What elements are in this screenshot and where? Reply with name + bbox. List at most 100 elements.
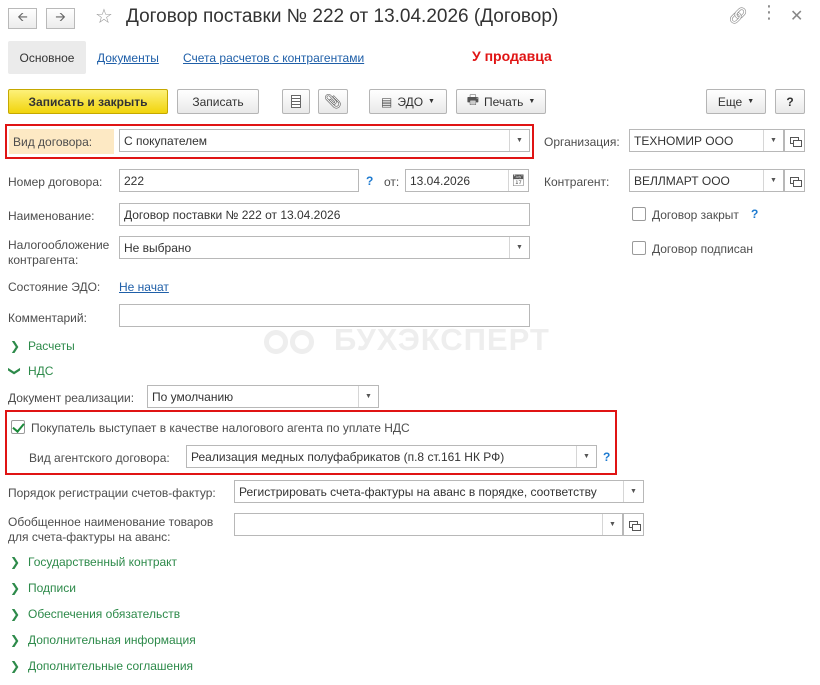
tax-agent-checkbox[interactable] xyxy=(11,420,25,434)
window-title: Договор поставки № 222 от 13.04.2026 (До… xyxy=(126,6,559,27)
favorite-star-icon[interactable]: ☆ xyxy=(95,4,113,29)
section-vat-label: НДС xyxy=(28,364,54,378)
dropdown-arrow-icon[interactable]: ▼ xyxy=(509,130,529,151)
save-and-close-button[interactable]: Записать и закрыть xyxy=(8,89,168,114)
watermark: БУХЭКСПЕРТ xyxy=(262,322,550,358)
contract-signed-label: Договор подписан xyxy=(652,242,754,256)
invoice-order-label: Порядок регистрации счетов-фактур: xyxy=(8,486,216,500)
tab-main[interactable]: Основное xyxy=(8,41,86,74)
chevron-right-icon: ❯ xyxy=(10,633,21,647)
edo-state-label: Состояние ЭДО: xyxy=(8,280,101,294)
sale-document-label: Документ реализации: xyxy=(8,391,135,405)
edo-icon: ▤ xyxy=(381,94,393,109)
counterparty-label: Контрагент: xyxy=(544,175,610,189)
print-menu-button[interactable]: 🖶︎ Печать ▼ xyxy=(456,89,546,114)
goods-name-label-line2: для счета-фактуры на аванс: xyxy=(8,530,171,544)
edo-state-link[interactable]: Не начат xyxy=(119,280,169,294)
dropdown-arrow-icon[interactable]: ▼ xyxy=(623,481,643,502)
attach-button[interactable]: 📎︎ xyxy=(318,89,348,114)
close-icon[interactable]: ✕ xyxy=(790,6,803,26)
chevron-right-icon: ❯ xyxy=(10,339,21,353)
dropdown-arrow-icon[interactable]: ▼ xyxy=(763,170,783,191)
dropdown-arrow-icon: ▼ xyxy=(428,98,435,105)
sale-document-value: По умолчанию xyxy=(152,389,234,404)
help-icon[interactable]: ? xyxy=(603,450,610,464)
section-extra-info[interactable]: ❯ Дополнительная информация xyxy=(10,633,196,647)
sale-document-select[interactable]: По умолчанию ▼ xyxy=(147,385,379,408)
document-list-icon xyxy=(291,95,301,108)
section-signatures[interactable]: ❯ Подписи xyxy=(10,581,76,595)
goods-name-label-line1: Обобщенное наименование товаров xyxy=(8,515,214,529)
contract-number-input[interactable]: 222 xyxy=(119,169,359,192)
dropdown-arrow-icon[interactable]: ▼ xyxy=(763,130,783,151)
tab-documents[interactable]: Документы xyxy=(97,51,159,65)
counterparty-select[interactable]: ВЕЛЛМАРТ ООО ▼ xyxy=(629,169,784,192)
seller-note: У продавца xyxy=(472,48,552,64)
dropdown-arrow-icon[interactable]: ▼ xyxy=(576,446,596,467)
save-button[interactable]: Записать xyxy=(177,89,259,114)
open-form-icon xyxy=(790,137,802,147)
forward-button[interactable]: 🡪 xyxy=(46,8,75,29)
section-obligations-label: Обеспечения обязательств xyxy=(28,607,181,621)
contract-date-input[interactable]: 13.04.2026 📅︎ xyxy=(405,169,529,192)
counterparty-open-button[interactable] xyxy=(784,169,805,192)
section-extra-agreements-label: Дополнительные соглашения xyxy=(28,659,194,673)
organization-value: ТЕХНОМИР ООО xyxy=(634,133,734,148)
link-icon[interactable]: 🔗︎ xyxy=(728,6,748,26)
contract-type-label: Вид договора: xyxy=(13,135,93,149)
organization-open-button[interactable] xyxy=(784,129,805,152)
invoice-order-value: Регистрировать счета-фактуры на аванс в … xyxy=(239,484,597,499)
dropdown-arrow-icon[interactable]: ▼ xyxy=(509,237,529,258)
tax-agent-label: Покупатель выступает в качестве налогово… xyxy=(31,421,410,435)
section-vat[interactable]: ❯ НДС xyxy=(8,364,54,378)
help-button[interactable]: ? xyxy=(775,89,805,114)
agent-contract-type-select[interactable]: Реализация медных полуфабрикатов (п.8 ст… xyxy=(186,445,597,468)
invoice-order-select[interactable]: Регистрировать счета-фактуры на аванс в … xyxy=(234,480,644,503)
open-form-icon xyxy=(790,177,802,187)
section-settlements[interactable]: ❯ Расчеты xyxy=(10,339,75,353)
section-extra-agreements[interactable]: ❯ Дополнительные соглашения xyxy=(10,659,193,673)
dropdown-arrow-icon[interactable]: ▼ xyxy=(602,514,622,535)
contract-type-select[interactable]: С покупателем ▼ xyxy=(119,129,530,152)
contract-type-value: С покупателем xyxy=(124,133,208,148)
printer-icon: 🖶︎ xyxy=(466,91,480,107)
section-obligations[interactable]: ❯ Обеспечения обязательств xyxy=(10,607,180,621)
contract-signed-checkbox[interactable] xyxy=(632,241,646,255)
section-gov-contract[interactable]: ❯ Государственный контракт xyxy=(10,555,177,569)
chevron-right-icon: ❯ xyxy=(10,555,21,569)
document-list-button[interactable] xyxy=(282,89,310,114)
tax-regime-select[interactable]: Не выбрано ▼ xyxy=(119,236,530,259)
watermark-text: БУХЭКСПЕРТ xyxy=(334,322,550,357)
date-label: от: xyxy=(384,175,400,189)
contract-number-label: Номер договора: xyxy=(8,175,103,189)
section-gov-contract-label: Государственный контракт xyxy=(28,555,178,569)
help-icon[interactable]: ? xyxy=(751,207,758,221)
paperclip-icon: 📎︎ xyxy=(324,93,342,109)
contract-closed-label: Договор закрыт xyxy=(652,208,739,222)
arrow-left-icon: 🡨 xyxy=(17,8,28,24)
comment-label: Комментарий: xyxy=(8,311,87,325)
dropdown-arrow-icon[interactable]: ▼ xyxy=(358,386,378,407)
section-signatures-label: Подписи xyxy=(28,581,76,595)
arrow-right-icon: 🡪 xyxy=(55,8,66,24)
goods-name-select[interactable]: ▼ xyxy=(234,513,623,536)
calendar-icon[interactable]: 📅︎ xyxy=(508,170,528,191)
more-menu-button[interactable]: Еще ▼ xyxy=(706,89,766,114)
print-label: Печать xyxy=(484,94,524,109)
back-button[interactable]: 🡨 xyxy=(8,8,37,29)
contract-name-label: Наименование: xyxy=(8,209,95,223)
organization-select[interactable]: ТЕХНОМИР ООО ▼ xyxy=(629,129,784,152)
help-icon[interactable]: ? xyxy=(366,174,373,188)
edo-label: ЭДО xyxy=(397,94,424,109)
edo-menu-button[interactable]: ▤ ЭДО ▼ xyxy=(369,89,447,114)
chevron-right-icon: ❯ xyxy=(10,607,21,621)
contract-closed-checkbox[interactable] xyxy=(632,207,646,221)
section-extra-info-label: Дополнительная информация xyxy=(28,633,196,647)
more-dots-icon[interactable]: ⋮ xyxy=(760,2,778,23)
dropdown-arrow-icon: ▼ xyxy=(747,98,755,105)
contract-name-input[interactable]: Договор поставки № 222 от 13.04.2026 xyxy=(119,203,530,226)
tab-settlement-accounts[interactable]: Счета расчетов с контрагентами xyxy=(183,51,364,65)
tax-regime-value: Не выбрано xyxy=(124,240,192,255)
goods-name-open-button[interactable] xyxy=(623,513,644,536)
section-settlements-label: Расчеты xyxy=(28,339,75,353)
